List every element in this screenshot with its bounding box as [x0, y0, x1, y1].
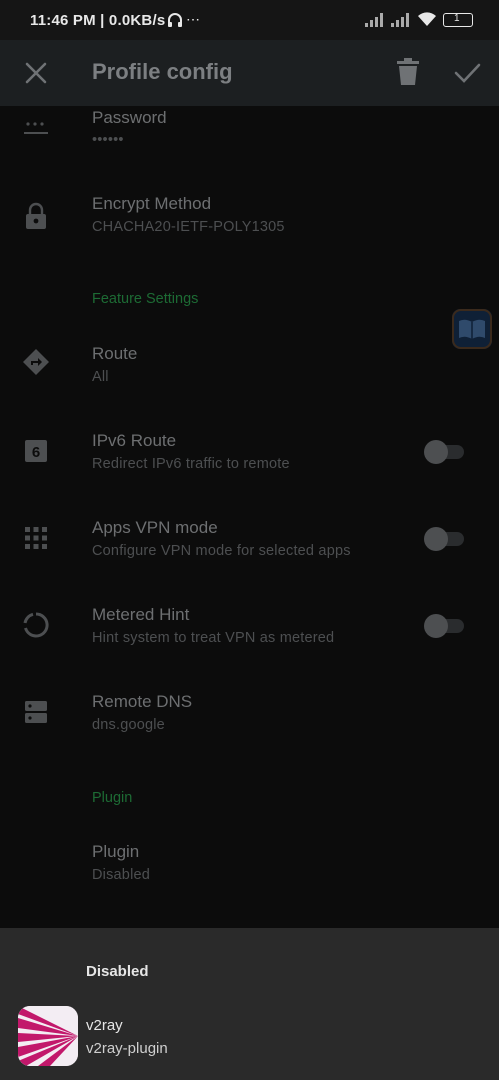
- list-item-title: Plugin: [92, 842, 140, 861]
- section-header-feature-settings: Feature Settings: [92, 291, 199, 307]
- page-title: Profile config: [92, 59, 233, 84]
- more-notifications-icon: ⋯: [186, 11, 200, 27]
- list-item-subtitle: Disabled: [92, 867, 151, 883]
- sheet-option-disabled[interactable]: Disabled: [86, 963, 149, 980]
- list-item-title: Route: [92, 344, 138, 363]
- battery-level: 1: [454, 12, 460, 24]
- app-bar: Profile config: [0, 40, 499, 106]
- check-icon[interactable]: [452, 59, 482, 87]
- preference-list: Password •••••• Encrypt Method CHACHA20-…: [0, 106, 499, 928]
- list-item-ipv6-route[interactable]: 6 IPv6 Route Redirect IPv6 traffic to re…: [0, 423, 499, 503]
- list-item-encrypt-method[interactable]: Encrypt Method CHACHA20-IETF-POLY1305: [0, 186, 499, 266]
- directions-icon: [23, 349, 49, 375]
- list-item-password[interactable]: Password ••••••: [0, 106, 499, 186]
- signal-icon: [365, 12, 383, 27]
- list-item-remote-dns[interactable]: Remote DNS dns.google: [0, 684, 499, 764]
- list-item-plugin[interactable]: Plugin Disabled: [0, 834, 499, 914]
- metered-hint-toggle[interactable]: [424, 613, 464, 638]
- list-item-title: Metered Hint: [92, 605, 190, 624]
- list-item-title: IPv6 Route: [92, 431, 177, 450]
- wifi-icon: [418, 12, 436, 26]
- svg-text:6: 6: [32, 444, 40, 461]
- ipv6-route-toggle[interactable]: [424, 439, 464, 464]
- list-item-subtitle: Hint system to treat VPN as metered: [92, 630, 335, 646]
- list-item-apps-vpn-mode[interactable]: Apps VPN mode Configure VPN mode for sel…: [0, 510, 499, 590]
- sheet-option-name: v2ray: [86, 1017, 123, 1034]
- close-icon[interactable]: [22, 59, 50, 87]
- list-item-metered-hint[interactable]: Metered Hint Hint system to treat VPN as…: [0, 597, 499, 677]
- status-time: 11:46 PM | 0.0KB/s: [30, 12, 166, 29]
- list-item-subtitle: CHACHA20-IETF-POLY1305: [92, 219, 285, 235]
- sheet-option-package: v2ray-plugin: [86, 1040, 168, 1057]
- section-header-plugin: Plugin: [92, 790, 133, 806]
- password-icon: [24, 122, 48, 134]
- list-item-subtitle: ••••••: [92, 132, 124, 148]
- list-item-subtitle: All: [92, 369, 109, 385]
- list-item-title: Remote DNS: [92, 692, 193, 711]
- floating-book-button[interactable]: [452, 309, 492, 349]
- book-icon: [452, 309, 492, 349]
- plugin-bottom-sheet: Disabled v2ray v2ray-plugin: [0, 928, 499, 1080]
- six-icon: 6: [25, 440, 47, 462]
- list-item-title: Encrypt Method: [92, 194, 212, 213]
- lock-icon: [26, 202, 46, 229]
- delete-icon[interactable]: [394, 57, 422, 87]
- battery-icon: 1: [443, 12, 473, 27]
- status-bar: 11:46 PM | 0.0KB/s ⋯ 1: [0, 0, 499, 40]
- list-item-route[interactable]: Route All: [0, 336, 499, 416]
- v2ray-app-icon: [18, 1006, 78, 1066]
- apps-vpn-mode-toggle[interactable]: [424, 526, 464, 551]
- list-item-title: Password: [92, 108, 167, 127]
- list-item-subtitle: Configure VPN mode for selected apps: [92, 543, 351, 559]
- list-item-subtitle: Redirect IPv6 traffic to remote: [92, 456, 290, 472]
- list-item-subtitle: dns.google: [92, 717, 165, 733]
- dns-icon: [25, 701, 47, 723]
- circle-progress-icon: [23, 612, 49, 638]
- list-item-title: Apps VPN mode: [92, 518, 218, 537]
- signal-icon-2: [391, 12, 409, 27]
- status-icons: 1: [365, 12, 473, 27]
- apps-grid-icon: [25, 527, 47, 549]
- sheet-option-v2ray[interactable]: v2ray v2ray-plugin: [0, 1002, 499, 1072]
- headset-icon: [166, 11, 184, 34]
